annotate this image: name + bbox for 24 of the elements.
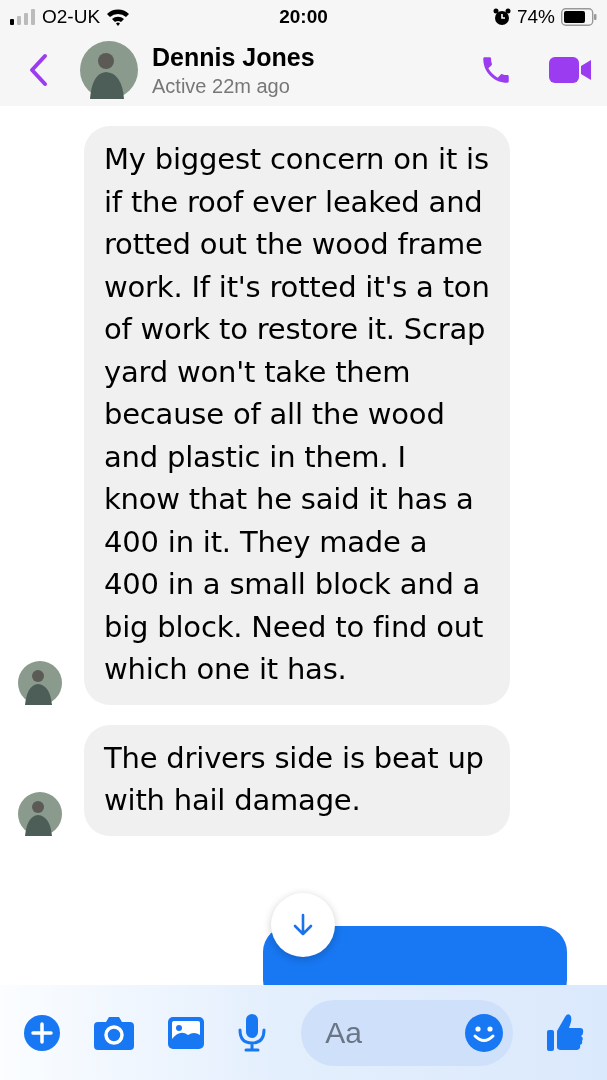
microphone-button[interactable] (237, 1013, 268, 1052)
avatar (18, 660, 62, 705)
active-status: Active 22m ago (152, 74, 291, 98)
alarm-icon (492, 8, 511, 26)
avatar (18, 791, 62, 836)
message-bubble: My biggest concern on it is if the roof ever leaked and rotted out the wood frame work. If it's rotted it's a ton of work to restore it. Scrap yard won't take them because of all the wood and plastic in them. I know that he said it has a 400 in it. They made a 400 in a small block and a big block. Need to find out which one it has. (84, 126, 510, 705)
signal-icon (10, 9, 36, 25)
clock-time: 20:00 (279, 6, 328, 28)
like-button[interactable] (547, 1012, 585, 1053)
emoji-icon[interactable] (465, 1013, 504, 1052)
carrier-name: O2-UK (42, 6, 101, 28)
gallery-button[interactable] (167, 1016, 204, 1049)
contact-name: Dennis Jones (152, 42, 316, 72)
add-button[interactable] (24, 1014, 60, 1051)
message-input[interactable]: Aa (301, 999, 514, 1066)
battery-icon (561, 8, 597, 26)
video-call-button[interactable] (549, 55, 593, 85)
avatar (80, 41, 138, 99)
back-button[interactable] (28, 53, 48, 87)
battery-percent: 74% (516, 6, 555, 28)
scroll-down-button[interactable] (271, 893, 335, 957)
message-bubble: The drivers side is beat up with hail damage. (84, 724, 510, 836)
wifi-icon (106, 8, 131, 26)
camera-button[interactable] (93, 1015, 134, 1050)
